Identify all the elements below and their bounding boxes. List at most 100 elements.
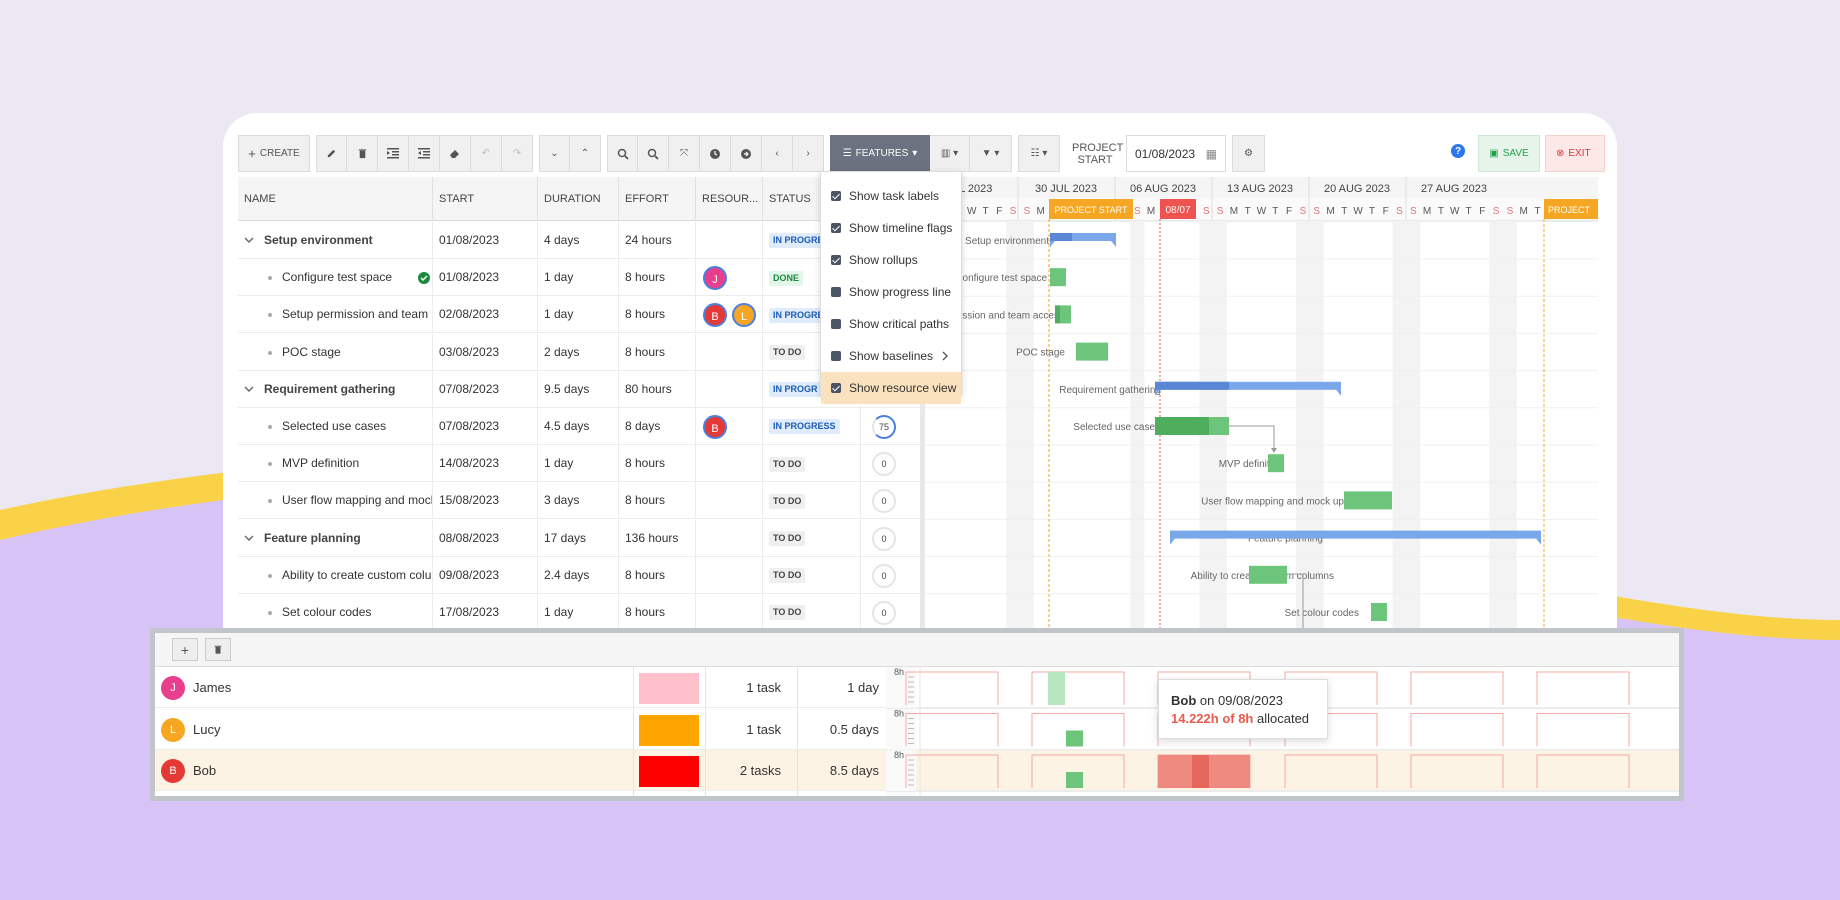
task-row[interactable]: Requirement gathering 07/08/2023 9.5 days 8… bbox=[238, 370, 920, 408]
eraser-button[interactable] bbox=[440, 135, 471, 172]
column-header-effort[interactable]: EFFORT bbox=[619, 177, 696, 221]
task-status-cell: TO DO bbox=[763, 482, 861, 520]
next-button[interactable]: › bbox=[793, 135, 824, 172]
indent-button[interactable] bbox=[378, 135, 409, 172]
features-button[interactable]: ☰ FEATURES ▾ bbox=[830, 135, 930, 172]
task-row[interactable]: Setup permission and team a 02/08/2023 1 d… bbox=[238, 296, 920, 334]
menu-item-show-baselines[interactable]: Show baselines bbox=[821, 340, 961, 372]
avatar[interactable]: J bbox=[703, 266, 727, 291]
task-bar[interactable] bbox=[1268, 454, 1284, 473]
checkbox[interactable] bbox=[831, 223, 841, 233]
columns-button[interactable]: ▥ ▾ bbox=[930, 135, 970, 172]
column-header-duration[interactable]: DURATION bbox=[538, 177, 619, 221]
help-icon[interactable]: ? bbox=[1451, 144, 1465, 158]
chevron-down-icon[interactable] bbox=[244, 533, 254, 543]
resource-name: James bbox=[193, 680, 232, 695]
task-row[interactable]: MVP definition 14/08/2023 1 day 8 hours TO D… bbox=[238, 445, 920, 483]
resource-color-swatch[interactable] bbox=[639, 673, 699, 704]
summary-cap bbox=[1536, 538, 1541, 545]
summary-bar[interactable] bbox=[1170, 530, 1541, 539]
resource-color-swatch[interactable] bbox=[639, 756, 699, 787]
day-label: T bbox=[982, 206, 988, 217]
task-duration: 4 days bbox=[538, 222, 619, 259]
column-header-start[interactable]: START bbox=[433, 177, 538, 221]
task-name: Set colour codes bbox=[276, 594, 433, 631]
avatar[interactable]: B bbox=[703, 415, 727, 439]
task-row[interactable]: Setup environment 01/08/2023 4 days 24 hour… bbox=[238, 222, 920, 259]
capacity-outline bbox=[1536, 713, 1630, 747]
task-label: ission and team access bbox=[960, 310, 1064, 321]
week-label: 20 AUG 2023 bbox=[1324, 183, 1390, 195]
task-row[interactable]: Selected use cases 07/08/2023 4.5 days 8 da… bbox=[238, 408, 920, 445]
redo-button[interactable]: ↷ bbox=[502, 135, 533, 172]
outdent-button[interactable] bbox=[409, 135, 440, 172]
task-row[interactable]: POC stage 03/08/2023 2 days 8 hours TO DO bbox=[238, 333, 920, 371]
task-start: 02/08/2023 bbox=[433, 296, 538, 334]
menu-item-show-progress-line[interactable]: Show progress line bbox=[821, 276, 961, 308]
fit-button[interactable]: ⤧ bbox=[669, 135, 700, 172]
project-start-input[interactable]: 01/08/2023 ▦ bbox=[1126, 135, 1226, 172]
scroll-to-task-button[interactable] bbox=[731, 135, 762, 172]
menu-item-label: Show progress line bbox=[849, 285, 952, 299]
save-button[interactable]: ▣ SAVE bbox=[1478, 135, 1540, 172]
checkbox[interactable] bbox=[831, 287, 841, 297]
divider bbox=[633, 667, 634, 796]
task-resources bbox=[696, 519, 763, 557]
task-bar[interactable] bbox=[1249, 565, 1287, 584]
menu-item-show-critical-paths[interactable]: Show critical paths bbox=[821, 308, 961, 340]
task-label: Set colour codes bbox=[1285, 608, 1360, 619]
checkbox[interactable] bbox=[831, 191, 841, 201]
zoom-in-button[interactable] bbox=[607, 135, 638, 172]
menu-item-show-resource-view[interactable]: Show resource view bbox=[821, 372, 961, 404]
add-resource-button[interactable]: + bbox=[172, 638, 198, 661]
double-chevron-down-icon: ⌄ bbox=[550, 148, 559, 159]
task-grid: NAME START DURATION EFFORT RESOUR... STA… bbox=[238, 177, 920, 631]
allocation-bar[interactable] bbox=[1066, 730, 1083, 747]
task-bar[interactable] bbox=[1076, 342, 1108, 361]
menu-item-show-task-labels[interactable]: Show task labels bbox=[821, 180, 961, 212]
toolbar: + CREATE ↶ ↷ ⌄ ⌃ ⤧ ‹ › ☰ FEATURES ▾ ▥ ▾ … bbox=[238, 133, 1598, 174]
allocation-bar[interactable] bbox=[1048, 672, 1065, 705]
task-bar[interactable] bbox=[1371, 603, 1387, 621]
save-icon: ▣ bbox=[1489, 148, 1499, 159]
chevron-down-icon[interactable] bbox=[244, 384, 254, 394]
create-button[interactable]: + CREATE bbox=[238, 135, 310, 172]
checkbox[interactable] bbox=[831, 255, 841, 265]
zoom-out-button[interactable] bbox=[638, 135, 669, 172]
task-bar[interactable] bbox=[1344, 491, 1392, 510]
over-allocation-highlight[interactable] bbox=[1192, 755, 1209, 788]
menu-item-show-rollups[interactable]: Show rollups bbox=[821, 244, 961, 276]
resource-color-swatch[interactable] bbox=[639, 714, 699, 746]
database-button[interactable]: ☷ ▾ bbox=[1018, 135, 1060, 172]
avatar-initial: B bbox=[711, 311, 719, 324]
delete-resource-button[interactable] bbox=[205, 638, 231, 661]
clock-button[interactable] bbox=[700, 135, 731, 172]
expand-all-button[interactable]: ⌄ bbox=[539, 135, 570, 172]
previous-button[interactable]: ‹ bbox=[762, 135, 793, 172]
task-label: POC stage bbox=[1016, 348, 1065, 359]
column-header-resources[interactable]: RESOUR... bbox=[696, 177, 763, 221]
edit-button[interactable] bbox=[316, 135, 347, 172]
task-row[interactable]: Feature planning 08/08/2023 17 days 136 hou… bbox=[238, 519, 920, 557]
settings-button[interactable]: ⚙ bbox=[1232, 135, 1265, 172]
filter-button[interactable]: ▼ ▾ bbox=[970, 135, 1012, 172]
task-duration: 1 day bbox=[538, 445, 619, 483]
delete-button[interactable] bbox=[347, 135, 378, 172]
task-row[interactable]: User flow mapping and mock 15/08/2023 3 da… bbox=[238, 482, 920, 520]
day-label: W bbox=[1450, 206, 1460, 217]
menu-item-show-timeline-flags[interactable]: Show timeline flags bbox=[821, 212, 961, 244]
undo-button[interactable]: ↶ bbox=[471, 135, 502, 172]
collapse-all-button[interactable]: ⌃ bbox=[570, 135, 601, 172]
task-row[interactable]: Set colour codes 17/08/2023 1 day 8 hours TO… bbox=[238, 594, 920, 631]
checkbox[interactable] bbox=[831, 319, 841, 329]
chevron-down-icon[interactable] bbox=[244, 235, 254, 245]
column-header-name[interactable]: NAME bbox=[238, 177, 433, 221]
checkbox[interactable] bbox=[831, 351, 841, 361]
allocation-bar[interactable] bbox=[1066, 772, 1083, 788]
task-bar[interactable] bbox=[1050, 268, 1066, 287]
task-duration: 1 day bbox=[538, 594, 619, 631]
task-row[interactable]: Ability to create custom colu 09/08/2023 2… bbox=[238, 556, 920, 594]
checkbox[interactable] bbox=[831, 383, 841, 393]
task-row[interactable]: Configure test space 01/08/2023 1 day 8 hou… bbox=[238, 259, 920, 297]
exit-button[interactable]: ⊗ EXIT bbox=[1545, 135, 1605, 172]
